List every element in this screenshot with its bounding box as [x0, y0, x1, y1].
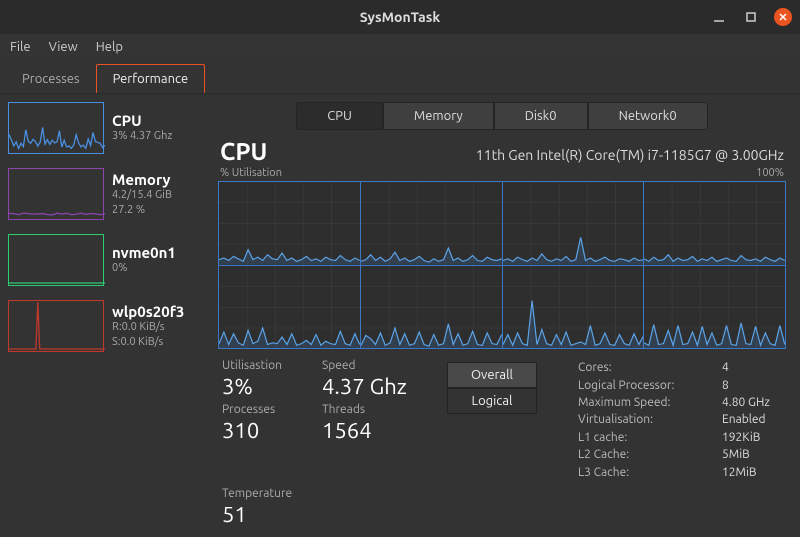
- cpu-core-chart-0: [219, 182, 360, 265]
- info-value: 4.80 GHz: [722, 394, 782, 411]
- sidebar-item-sub2: 27.2 %: [112, 203, 172, 217]
- overall-button[interactable]: Overall: [447, 362, 537, 388]
- info-key: Logical Processor:: [578, 377, 698, 394]
- sidebar-item-nvme0n1[interactable]: nvme0n1 0%: [4, 230, 210, 294]
- info-value: 4: [722, 359, 782, 376]
- menubar: File View Help: [0, 34, 800, 60]
- sidebar-thumb-chart: [8, 300, 104, 352]
- info-row: L3 Cache: 12MiB: [578, 464, 782, 481]
- sidebar-item-cpu[interactable]: CPU 3% 4.37 Ghz: [4, 98, 210, 162]
- info-key: L3 Cache:: [578, 464, 698, 481]
- cpu-core-chart-1: [361, 182, 502, 265]
- cpu-core-chart-3: [644, 182, 785, 265]
- sidebar-item-name: Memory: [112, 171, 172, 188]
- sidebar-item-name: CPU: [112, 112, 172, 129]
- main-panel: CPUMemoryDisk0Network0 CPU 11th Gen Inte…: [210, 94, 800, 537]
- info-key: L2 Cache:: [578, 446, 698, 463]
- speed-value: 4.37 Ghz: [322, 374, 407, 399]
- cpu-core-chart-6: [503, 266, 644, 349]
- cpu-core-chart-7: [644, 266, 785, 349]
- titlebar: SysMonTask: [0, 0, 800, 34]
- info-value: 192KiB: [722, 429, 782, 446]
- cpu-model: 11th Gen Intel(R) Core(TM) i7-1185G7 @ 3…: [476, 147, 784, 163]
- cpu-core-chart-4: [219, 266, 360, 349]
- info-row: Cores: 4: [578, 359, 782, 376]
- menu-file[interactable]: File: [10, 40, 31, 54]
- processes-value: 310: [222, 418, 282, 443]
- view-mode-buttons: Overall Logical: [447, 362, 537, 481]
- temperature-value: 51: [222, 502, 782, 527]
- menu-view[interactable]: View: [49, 40, 78, 54]
- info-row: Maximum Speed: 4.80 GHz: [578, 394, 782, 411]
- sidebar-item-sub2: S:0.0 KiB/s: [112, 335, 184, 349]
- temperature-label: Temperature: [222, 487, 782, 500]
- main-tab-memory[interactable]: Memory: [383, 102, 494, 130]
- info-value: 5MiB: [722, 446, 782, 463]
- sidebar-thumb-chart: [8, 102, 104, 154]
- info-row: L2 Cache: 5MiB: [578, 446, 782, 463]
- sidebar-item-sub: 3% 4.37 Ghz: [112, 129, 172, 143]
- threads-value: 1564: [322, 418, 407, 443]
- info-value: 12MiB: [722, 464, 782, 481]
- tab-performance[interactable]: Performance: [96, 64, 206, 93]
- sidebar-item-sub: 0%: [112, 261, 176, 275]
- info-value: Enabled: [722, 411, 782, 428]
- info-key: Virtualisation:: [578, 411, 698, 428]
- sidebar-item-sub: 4.2/15.4 GiB: [112, 188, 172, 202]
- info-value: 8: [722, 377, 782, 394]
- cpu-info-table: Cores:4Logical Processor:8Maximum Speed:…: [578, 359, 782, 481]
- sidebar-thumb-chart: [8, 168, 104, 220]
- info-row: L1 cache: 192KiB: [578, 429, 782, 446]
- sidebar-item-name: wlp0s20f3: [112, 303, 184, 320]
- minimize-icon[interactable]: [710, 8, 728, 26]
- main-tab-network0[interactable]: Network0: [588, 102, 708, 130]
- cpu-core-chart-2: [503, 182, 644, 265]
- info-key: Cores:: [578, 359, 698, 376]
- info-key: Maximum Speed:: [578, 394, 698, 411]
- sidebar: CPU 3% 4.37 Ghz Memory 4.2/15.4 GiB 27.2…: [0, 94, 210, 537]
- cpu-core-chart-5: [361, 266, 502, 349]
- main-tabs: CPUMemoryDisk0Network0: [216, 102, 788, 130]
- primary-tabs: Processes Performance: [0, 60, 800, 94]
- sidebar-item-sub: R:0.0 KiB/s: [112, 320, 184, 334]
- tab-processes[interactable]: Processes: [6, 65, 96, 93]
- axis-left-label: % Utilisation: [220, 167, 282, 179]
- sidebar-item-name: nvme0n1: [112, 244, 176, 261]
- sidebar-thumb-chart: [8, 234, 104, 286]
- util-value: 3%: [222, 374, 282, 399]
- info-key: L1 cache:: [578, 429, 698, 446]
- logical-button[interactable]: Logical: [447, 388, 537, 414]
- speed-label: Speed: [322, 359, 407, 372]
- cpu-heading: CPU: [220, 138, 267, 165]
- sidebar-item-memory[interactable]: Memory 4.2/15.4 GiB 27.2 %: [4, 164, 210, 228]
- main-tab-disk0[interactable]: Disk0: [494, 102, 588, 130]
- sidebar-item-wlp0s20f3[interactable]: wlp0s20f3 R:0.0 KiB/s S:0.0 KiB/s: [4, 296, 210, 360]
- axis-right-label: 100%: [756, 167, 784, 179]
- info-row: Logical Processor: 8: [578, 377, 782, 394]
- close-icon[interactable]: [774, 8, 792, 26]
- info-row: Virtualisation: Enabled: [578, 411, 782, 428]
- main-tab-cpu[interactable]: CPU: [296, 102, 383, 130]
- util-label: Utilisastion: [222, 359, 282, 372]
- maximize-icon[interactable]: [742, 8, 760, 26]
- window-title: SysMonTask: [360, 9, 440, 25]
- processes-label: Processes: [222, 403, 282, 416]
- threads-label: Threads: [322, 403, 407, 416]
- cpu-chart-grid: [218, 181, 786, 349]
- menu-help[interactable]: Help: [96, 40, 123, 54]
